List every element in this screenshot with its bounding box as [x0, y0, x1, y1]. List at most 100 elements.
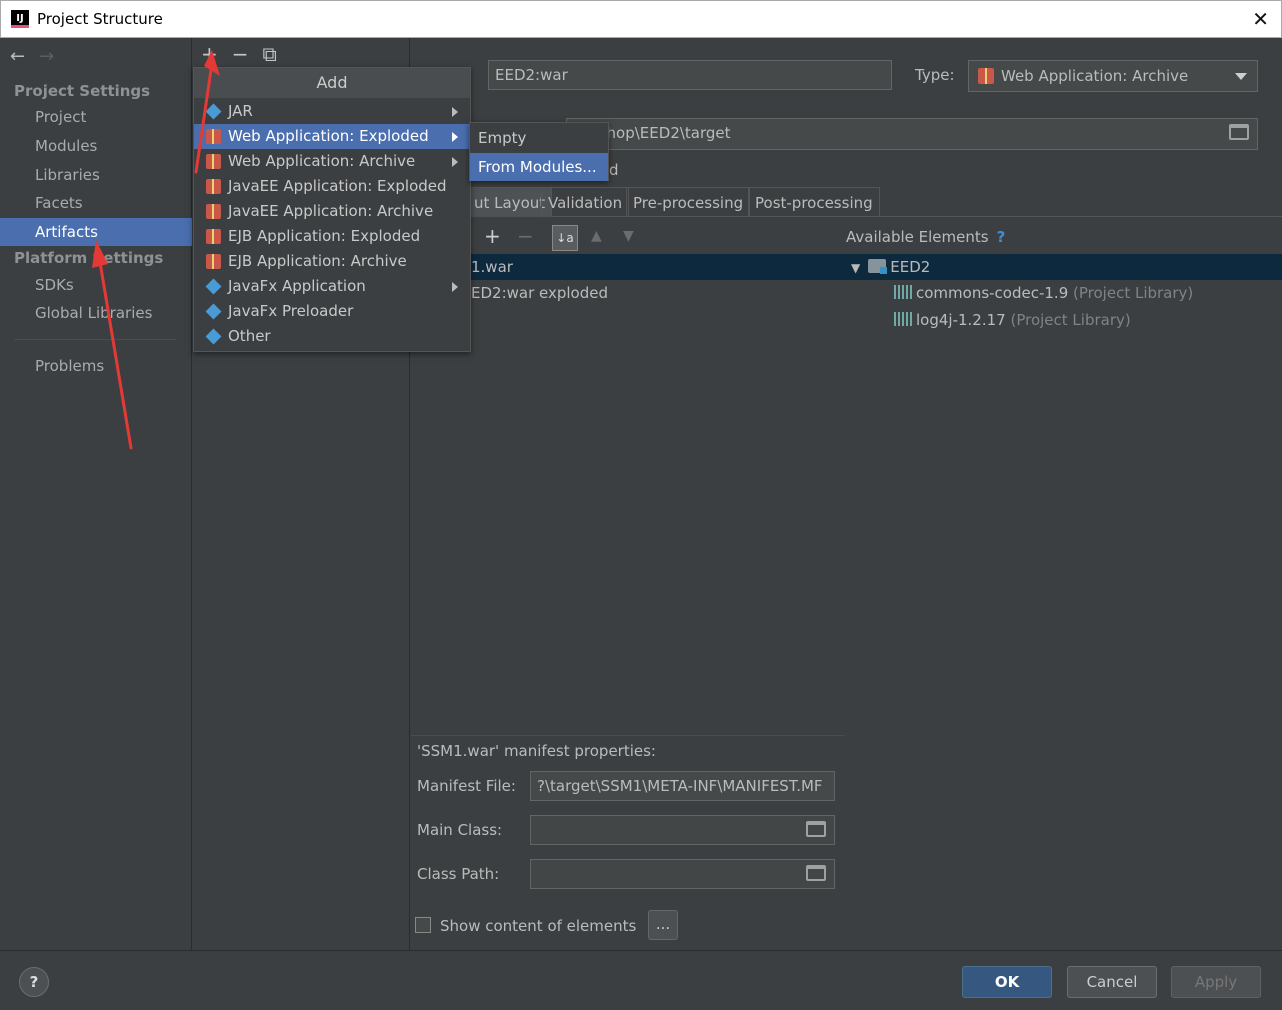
type-select[interactable]: Web Application: Archive — [968, 60, 1258, 92]
close-icon[interactable]: ✕ — [1252, 7, 1269, 31]
artifact-tabs: ut Layout Validation Pre-processing Post… — [411, 187, 1282, 217]
sidebar-item-problems[interactable]: Problems — [0, 352, 192, 380]
layout-root-item[interactable]: 1.war — [471, 254, 513, 280]
library-name: commons-codec-1.9 — [916, 284, 1069, 302]
folder-icon[interactable] — [806, 865, 826, 881]
artifact-toolbar: + − ⧉ — [201, 42, 291, 66]
copy-icon[interactable]: ⧉ — [263, 42, 277, 66]
add-menu-title: Add — [194, 68, 470, 98]
output-directory-input[interactable]: orkShop\EED2\target — [566, 118, 1258, 150]
library-row[interactable]: commons-codec-1.9 (Project Library) — [894, 280, 1193, 306]
tab-post-processing[interactable]: Post-processing — [748, 187, 880, 217]
expand-triangle-icon[interactable]: ▼ — [851, 261, 860, 275]
add-icon[interactable]: + — [201, 42, 218, 66]
manifest-file-label: Manifest File: — [417, 777, 516, 795]
sidebar-item-sdks[interactable]: SDKs — [0, 271, 192, 299]
help-button[interactable]: ? — [19, 967, 49, 997]
type-select-value: Web Application: Archive — [1001, 67, 1189, 85]
submenu-item-from-modules[interactable]: From Modules... — [470, 153, 608, 181]
sidebar-item-global-libraries[interactable]: Global Libraries — [0, 299, 192, 327]
chevron-down-icon — [1235, 73, 1247, 80]
web-exploded-submenu: Empty From Modules... — [469, 122, 609, 181]
available-elements-title: Available Elements — [846, 228, 989, 246]
sidebar-item-libraries[interactable]: Libraries — [0, 161, 192, 189]
add-artifact-menu: Add JAR Web Application: Exploded Web Ap… — [193, 67, 471, 352]
submenu-arrow-icon — [452, 282, 458, 292]
sidebar-divider — [14, 339, 176, 340]
available-elements-header: Available Elements? — [846, 228, 1005, 246]
menu-item-ejb-application-exploded[interactable]: EJB Application: Exploded — [194, 224, 470, 249]
diamond-icon — [205, 328, 222, 345]
main-class-input[interactable] — [530, 815, 835, 845]
cancel-button[interactable]: Cancel — [1067, 966, 1157, 998]
move-down-icon[interactable]: ▼ — [623, 228, 634, 244]
sidebar-item-facets[interactable]: Facets — [0, 189, 192, 217]
manifest-file-input[interactable]: ?\target\SSM1\META-INF\MANIFEST.MF — [530, 771, 835, 801]
project-settings-heading: Project Settings — [14, 82, 151, 100]
folder-icon[interactable] — [806, 821, 826, 837]
sidebar: ← → Project Settings Project Modules Libr… — [0, 38, 192, 950]
back-arrow-icon[interactable]: ← — [10, 46, 25, 67]
menu-item-label: JavaEE Application: Archive — [228, 202, 434, 220]
build-on-make-label-fragment: d — [609, 161, 619, 179]
menu-item-label: EJB Application: Archive — [228, 252, 407, 270]
menu-item-javaee-application-archive[interactable]: JavaEE Application: Archive — [194, 199, 470, 224]
library-note: (Project Library) — [1073, 284, 1194, 302]
available-module-row[interactable]: ▼ EED2 — [851, 254, 930, 280]
menu-item-label: Other — [228, 327, 271, 345]
show-content-checkbox[interactable] — [415, 917, 431, 933]
library-note: (Project Library) — [1010, 311, 1131, 329]
remove-icon[interactable]: − — [232, 42, 249, 66]
menu-item-other[interactable]: Other — [194, 324, 470, 349]
move-up-icon[interactable]: ▲ — [591, 228, 602, 244]
submenu-item-empty[interactable]: Empty — [470, 124, 608, 152]
menu-item-ejb-application-archive[interactable]: EJB Application: Archive — [194, 249, 470, 274]
gift-icon — [206, 129, 221, 144]
sidebar-item-project[interactable]: Project — [0, 103, 192, 131]
menu-item-javafx-preloader[interactable]: JavaFx Preloader — [194, 299, 470, 324]
gift-icon — [206, 179, 221, 194]
menu-item-javafx-application[interactable]: JavaFx Application — [194, 274, 470, 299]
manifest-title: 'SSM1.war' manifest properties: — [417, 742, 656, 760]
sidebar-item-modules[interactable]: Modules — [0, 132, 192, 160]
forward-arrow-icon[interactable]: → — [39, 46, 54, 67]
menu-item-web-application-archive[interactable]: Web Application: Archive — [194, 149, 470, 174]
apply-button[interactable]: Apply — [1171, 966, 1261, 998]
menu-item-javaee-application-exploded[interactable]: JavaEE Application: Exploded — [194, 174, 470, 199]
gift-icon — [206, 229, 221, 244]
menu-item-label: JavaEE Application: Exploded — [228, 177, 447, 195]
tab-pre-processing[interactable]: Pre-processing — [626, 187, 751, 217]
dialog-button-bar: ? OK Cancel Apply — [0, 950, 1282, 1010]
menu-item-jar[interactable]: JAR — [194, 99, 470, 124]
window-title: Project Structure — [37, 10, 163, 28]
menu-item-web-application-exploded[interactable]: Web Application: Exploded — [194, 124, 470, 149]
module-folder-icon — [868, 259, 888, 274]
main-class-label: Main Class: — [417, 821, 503, 839]
gift-icon — [206, 154, 221, 169]
class-path-label: Class Path: — [417, 865, 500, 883]
gift-icon — [206, 204, 221, 219]
artifact-name-input[interactable]: EED2:war — [488, 60, 892, 90]
selected-tree-row — [411, 254, 1282, 280]
remove-element-icon[interactable]: − — [517, 224, 534, 248]
show-content-options-button[interactable]: ... — [648, 910, 678, 940]
submenu-arrow-icon — [452, 107, 458, 117]
class-path-input[interactable] — [530, 859, 835, 889]
sidebar-item-artifacts[interactable]: Artifacts — [0, 218, 192, 246]
library-row[interactable]: log4j-1.2.17 (Project Library) — [894, 307, 1131, 333]
help-icon[interactable]: ? — [997, 228, 1006, 246]
ok-button[interactable]: OK — [962, 966, 1052, 998]
layout-child-item[interactable]: ED2:war exploded — [471, 280, 608, 306]
menu-item-label: JAR — [228, 102, 253, 120]
folder-icon[interactable] — [1229, 124, 1249, 140]
nav-arrows: ← → — [10, 46, 68, 67]
add-element-icon[interactable]: + — [484, 224, 501, 248]
show-content-label: Show content of elements — [440, 917, 637, 935]
diamond-icon — [205, 278, 222, 295]
sort-elements-icon[interactable]: ↓a — [552, 225, 578, 251]
menu-item-label: JavaFx Application — [228, 277, 366, 295]
tab-output-layout[interactable]: ut Layout — [467, 187, 553, 217]
title-bar: IJ Project Structure ✕ — [0, 0, 1282, 38]
tab-validation[interactable]: Validation — [541, 187, 630, 217]
module-name: EED2 — [890, 258, 931, 276]
